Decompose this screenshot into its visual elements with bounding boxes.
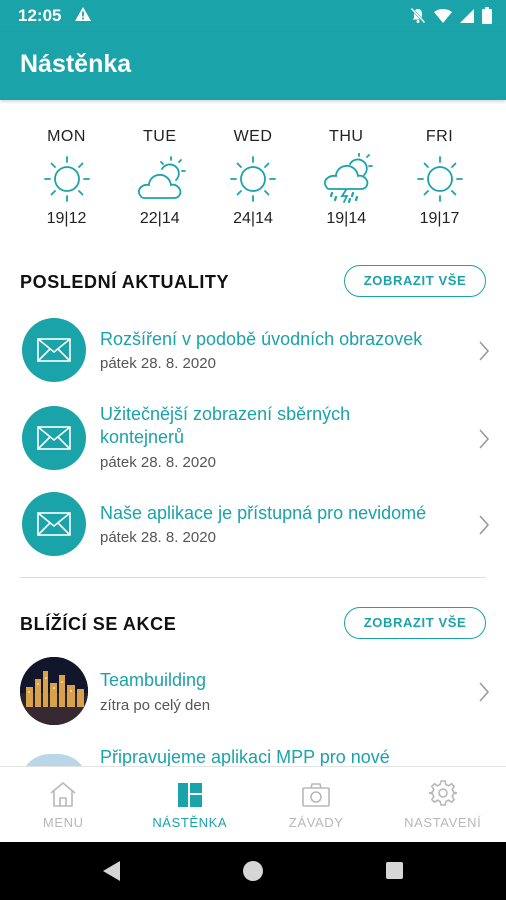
news-section-title: POSLEDNÍ AKTUALITY: [20, 272, 230, 292]
chevron-right-icon: [479, 341, 490, 361]
sun-icon: [393, 150, 486, 208]
system-navigation-bar: [0, 842, 506, 900]
weather-day: THU 19|14: [300, 128, 393, 238]
home-icon: [0, 767, 127, 807]
recents-button[interactable]: [386, 862, 403, 879]
news-title-line: Naše aplikace je přístupná pro nevidomé: [100, 503, 427, 523]
warning-icon: [74, 6, 92, 27]
camera-icon: [253, 767, 380, 807]
news-date: pátek 28. 8. 2020: [100, 355, 216, 372]
news-avatar: [22, 318, 86, 382]
news-title: Naše aplikace je přístupná pro nevidomé: [100, 502, 426, 525]
weather-day-name: FRI: [425, 128, 454, 145]
nav-item-nastaveni[interactable]: NASTAVENÍ: [380, 767, 506, 842]
sun-icon: [207, 150, 300, 208]
dashboard-icon: [127, 767, 254, 807]
news-title-line: Užitečnější zobrazení sběrných: [100, 404, 351, 424]
battery-icon: [482, 7, 492, 29]
phone-screen: 12:05 Nástěnka MON 19|12 TUE 22|14 WED 2…: [0, 0, 506, 900]
partly-cloudy-icon: [113, 150, 206, 208]
list-item[interactable]: Rozšíření v podobě úvodních obrazovek pá…: [20, 318, 490, 384]
sun-icon: [20, 150, 113, 208]
envelope-icon: [37, 338, 71, 362]
chevron-right-icon: [479, 515, 490, 535]
storm-rain-icon: [300, 150, 393, 208]
weather-day-name: MON: [47, 128, 86, 145]
envelope-icon: [37, 426, 71, 450]
weather-temp: 22|14: [139, 210, 180, 227]
weather-day: TUE 22|14: [113, 128, 206, 238]
news-avatar: [22, 492, 86, 556]
news-date: pátek 28. 8. 2020: [100, 454, 216, 471]
weather-day: WED 24|14: [207, 128, 300, 238]
event-item[interactable]: Teambuilding zítra po celý den: [20, 657, 490, 727]
back-icon[interactable]: [103, 861, 121, 881]
news-title: Rozšíření v podobě úvodních obrazovek: [100, 328, 422, 351]
news-avatar: [22, 406, 86, 470]
weather-temp: 19|14: [326, 210, 367, 227]
weather-day-name: TUE: [143, 128, 177, 145]
nav-label: MENU: [42, 815, 84, 830]
news-show-all-button[interactable]: ZOBRAZIT VŠE: [344, 265, 486, 297]
list-item[interactable]: Užitečnější zobrazení sběrných kontejner…: [20, 403, 490, 472]
signal-icon: [460, 8, 474, 28]
news-title-line: kontejnerů: [100, 427, 185, 447]
events-show-all-button[interactable]: ZOBRAZIT VŠE: [344, 607, 486, 639]
nav-label: NASTAVENÍ: [404, 815, 482, 830]
home-button[interactable]: [243, 861, 263, 881]
status-time: 12:05: [18, 6, 62, 25]
news-date: pátek 28. 8. 2020: [100, 529, 216, 546]
event-title: Teambuilding: [100, 670, 207, 690]
nav-label: NÁSTĚNKA: [152, 815, 228, 830]
nav-label: ZÁVADY: [288, 815, 344, 830]
list-item[interactable]: Naše aplikace je přístupná pro nevidomé …: [20, 492, 490, 558]
gear-icon: [380, 767, 506, 807]
weather-day-name: WED: [233, 128, 273, 145]
status-icons: [410, 7, 492, 29]
news-title: Užitečnější zobrazení sběrných kontejner…: [100, 403, 350, 449]
nav-item-nastenka[interactable]: NÁSTĚNKA: [127, 767, 254, 842]
section-divider: [20, 577, 486, 578]
bottom-navigation: MENU NÁSTĚNKA ZÁVADY NASTAVENÍ: [0, 766, 506, 842]
event-photo: [20, 657, 88, 725]
weather-day: MON 19|12: [20, 128, 113, 238]
wifi-icon: [434, 8, 452, 28]
event-subtitle: zítra po celý den: [100, 697, 211, 714]
status-bar: 12:05: [0, 0, 506, 32]
news-title-line: Rozšíření v podobě úvodních obrazovek: [100, 329, 423, 349]
events-section-title: BLÍŽÍCÍ SE AKCE: [20, 614, 177, 634]
weather-day: FRI 19|17: [393, 128, 486, 238]
news-section-header: POSLEDNÍ AKTUALITY ZOBRAZIT VŠE: [20, 265, 486, 299]
nav-item-zavady[interactable]: ZÁVADY: [253, 767, 380, 842]
notifications-off-icon: [410, 7, 426, 29]
page-title: Nástěnka: [20, 50, 132, 78]
chevron-right-icon: [479, 682, 490, 702]
chevron-right-icon: [479, 429, 490, 449]
weather-temp: 19|17: [419, 210, 460, 227]
weather-temp: 24|14: [233, 210, 273, 227]
nav-item-menu[interactable]: MENU: [0, 767, 127, 842]
weather-temp: 19|12: [46, 210, 87, 227]
events-section-header: BLÍŽÍCÍ SE AKCE ZOBRAZIT VŠE: [20, 607, 486, 641]
envelope-icon: [37, 512, 71, 536]
app-bar: Nástěnka: [0, 32, 506, 100]
weather-forecast: MON 19|12 TUE 22|14 WED 24|14 THU 19|14 …: [20, 128, 486, 238]
weather-day-name: THU: [329, 128, 364, 145]
